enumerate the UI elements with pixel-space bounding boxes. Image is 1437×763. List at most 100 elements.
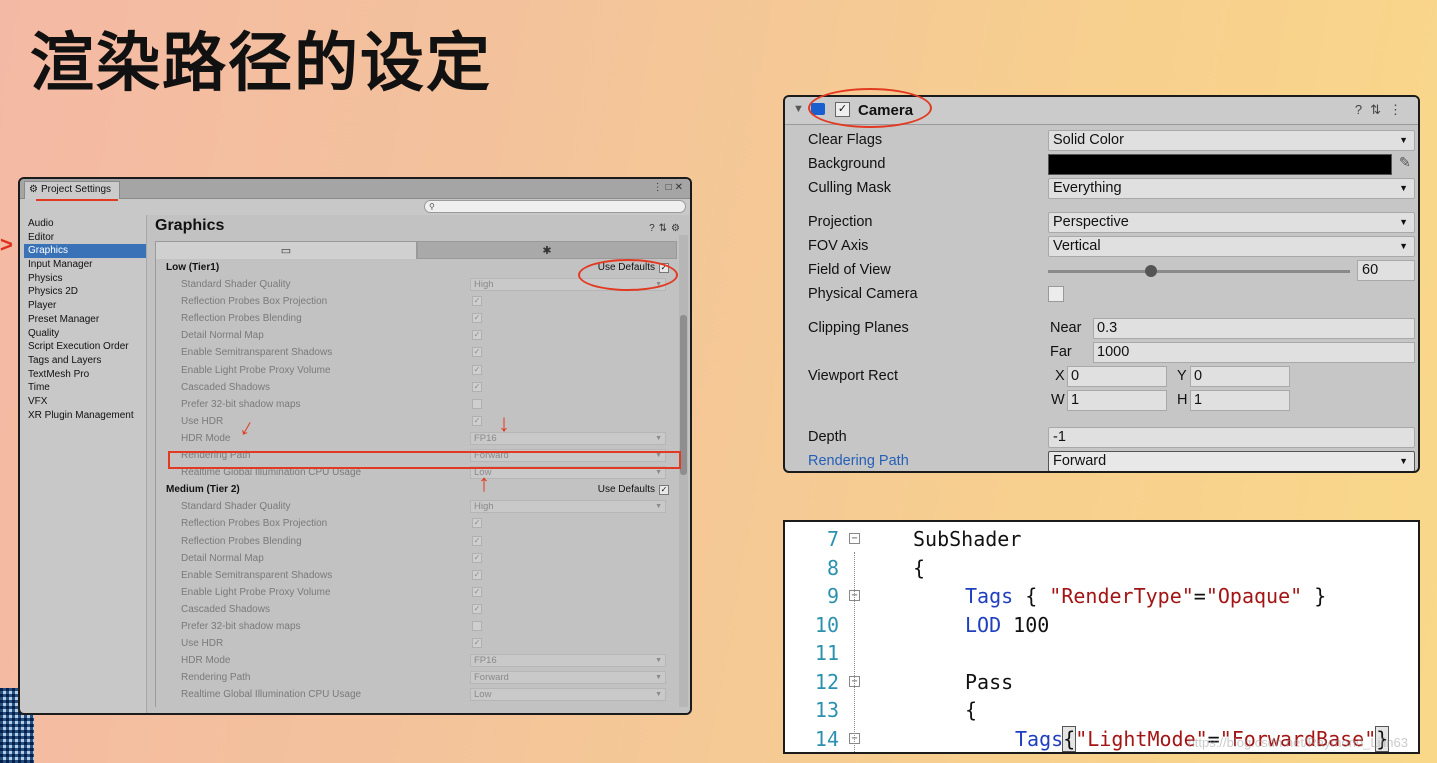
- sidebar-item[interactable]: Audio: [24, 217, 146, 231]
- setting-row: Reflection Probes Blending ✓: [156, 533, 677, 550]
- setting-row: Use HDR ✓: [156, 635, 677, 652]
- depth-row: Depth -1: [785, 426, 1418, 450]
- use-defaults-toggle[interactable]: Use Defaults ✓: [597, 484, 669, 496]
- rendering-path-row: Rendering Path Forward ▼: [785, 450, 1418, 471]
- setting-checkbox[interactable]: ✓: [472, 638, 482, 649]
- watermark: https://blog.csdn.net/Raymond_Lilin63: [1187, 735, 1408, 750]
- header-icons[interactable]: ?⇅⚙: [649, 223, 684, 234]
- fov-axis-row: FOV Axis Vertical ▼: [785, 235, 1418, 259]
- search-input[interactable]: ⚲: [424, 200, 686, 213]
- setting-checkbox[interactable]: [472, 620, 482, 631]
- setting-row: Prefer 32-bit shadow maps: [156, 618, 677, 635]
- setting-dropdown[interactable]: High ▼: [470, 500, 666, 514]
- chevron-down-icon: ▼: [1399, 241, 1408, 251]
- w-label: W: [1051, 392, 1065, 408]
- viewport-x-input[interactable]: 0: [1067, 366, 1167, 387]
- left-arrow-annotation: >: [0, 232, 13, 257]
- viewport-y-input[interactable]: 0: [1190, 366, 1290, 387]
- setting-label: Prefer 32-bit shadow maps: [181, 620, 301, 632]
- search-icon: ⚲: [429, 202, 435, 211]
- sidebar-item[interactable]: Input Manager: [24, 258, 146, 272]
- setting-label: Enable Light Probe Proxy Volume: [181, 364, 331, 376]
- use-defaults-label: Use Defaults: [597, 484, 655, 496]
- far-input[interactable]: 1000: [1093, 342, 1415, 363]
- sidebar-item[interactable]: Player: [24, 299, 146, 313]
- eyedropper-icon[interactable]: ✎: [1399, 154, 1411, 171]
- setting-label: Enable Semitransparent Shadows: [181, 347, 333, 359]
- tab-project-settings[interactable]: ⚙ Project Settings: [24, 181, 121, 199]
- component-header-icons[interactable]: ?⇅⋮: [1355, 102, 1410, 118]
- projection-dropdown[interactable]: Perspective ▼: [1048, 212, 1415, 233]
- use-defaults-checkbox[interactable]: ✓: [659, 485, 669, 496]
- chevron-down-icon: ▼: [1399, 183, 1408, 193]
- platform-tabs: ▭ ✱: [155, 241, 677, 259]
- setting-checkbox[interactable]: ✓: [472, 296, 482, 307]
- sidebar-item[interactable]: Graphics: [24, 244, 146, 259]
- setting-row: HDR Mode FP16 ▼: [156, 652, 677, 669]
- viewport-w-input[interactable]: 1: [1067, 390, 1167, 411]
- setting-checkbox[interactable]: ✓: [472, 347, 482, 358]
- setting-dropdown[interactable]: Low ▼: [470, 688, 666, 702]
- setting-checkbox[interactable]: ✓: [472, 552, 482, 563]
- setting-checkbox[interactable]: ✓: [472, 586, 482, 597]
- physical-camera-checkbox[interactable]: [1048, 286, 1064, 302]
- setting-checkbox[interactable]: ✓: [472, 569, 482, 580]
- setting-label: Prefer 32-bit shadow maps: [181, 398, 301, 410]
- sidebar-item[interactable]: Script Execution Order: [24, 340, 146, 354]
- clear-flags-dropdown[interactable]: Solid Color ▼: [1048, 130, 1415, 151]
- fold-arrow-icon[interactable]: ▼: [793, 103, 804, 115]
- rendering-path-dropdown[interactable]: Forward ▼: [1048, 451, 1415, 471]
- setting-label: Standard Shader Quality: [181, 279, 291, 291]
- setting-checkbox[interactable]: ✓: [472, 415, 482, 426]
- fov-axis-value: Vertical: [1053, 238, 1101, 254]
- setting-checkbox[interactable]: ✓: [472, 330, 482, 341]
- tab-standalone[interactable]: ▭: [155, 241, 417, 259]
- physical-camera-label: Physical Camera: [808, 286, 918, 302]
- projection-label: Projection: [808, 214, 873, 230]
- sidebar-item[interactable]: TextMesh Pro: [24, 368, 146, 382]
- setting-dropdown[interactable]: Forward ▼: [470, 671, 666, 685]
- tab-android[interactable]: ✱: [417, 241, 677, 259]
- setting-value: FP16: [474, 432, 497, 444]
- field-of-view-slider[interactable]: [1048, 270, 1350, 273]
- fov-axis-dropdown[interactable]: Vertical ▼: [1048, 236, 1415, 257]
- field-of-view-input[interactable]: 60: [1357, 260, 1415, 281]
- sidebar-item[interactable]: Tags and Layers: [24, 354, 146, 368]
- setting-checkbox[interactable]: ✓: [472, 364, 482, 375]
- annotation-circle-use-defaults: [578, 259, 678, 291]
- setting-checkbox[interactable]: ✓: [472, 313, 482, 324]
- sidebar-item[interactable]: VFX: [24, 395, 146, 409]
- code-lod: LOD: [965, 612, 1002, 637]
- background-color-swatch[interactable]: [1048, 154, 1392, 175]
- culling-mask-label: Culling Mask: [808, 180, 891, 196]
- setting-checkbox[interactable]: ✓: [472, 381, 482, 392]
- sidebar-item[interactable]: Quality: [24, 327, 146, 341]
- annotation-arrow-2: ↓: [498, 410, 510, 437]
- sidebar-item[interactable]: Physics 2D: [24, 285, 146, 299]
- depth-input[interactable]: -1: [1048, 427, 1415, 448]
- viewport-h-input[interactable]: 1: [1190, 390, 1290, 411]
- culling-mask-dropdown[interactable]: Everything ▼: [1048, 178, 1415, 199]
- sidebar-item[interactable]: Physics: [24, 272, 146, 286]
- setting-checkbox[interactable]: ✓: [472, 535, 482, 546]
- clear-flags-row: Clear Flags Solid Color ▼: [785, 129, 1418, 153]
- sidebar-item[interactable]: Time: [24, 381, 146, 395]
- slider-knob[interactable]: [1145, 265, 1157, 277]
- setting-checkbox[interactable]: [472, 398, 482, 409]
- field-of-view-label: Field of View: [808, 262, 891, 278]
- setting-checkbox[interactable]: ✓: [472, 603, 482, 614]
- sidebar-item[interactable]: Preset Manager: [24, 313, 146, 327]
- fov-axis-label: FOV Axis: [808, 238, 869, 254]
- android-icon: ✱: [542, 245, 552, 257]
- window-controls[interactable]: ⋮□✕: [653, 182, 686, 193]
- near-input[interactable]: 0.3: [1093, 318, 1415, 339]
- setting-checkbox[interactable]: ✓: [472, 518, 482, 529]
- sidebar-item[interactable]: Editor: [24, 231, 146, 245]
- setting-row: Enable Semitransparent Shadows ✓: [156, 567, 677, 584]
- setting-row: Standard Shader Quality High ▼: [156, 498, 677, 515]
- scrollbar-thumb[interactable]: [680, 315, 687, 475]
- scrollbar[interactable]: [679, 235, 688, 707]
- sidebar-item[interactable]: XR Plugin Management: [24, 409, 146, 423]
- setting-dropdown[interactable]: FP16 ▼: [470, 654, 666, 668]
- code-lod-val: 100: [1001, 612, 1050, 637]
